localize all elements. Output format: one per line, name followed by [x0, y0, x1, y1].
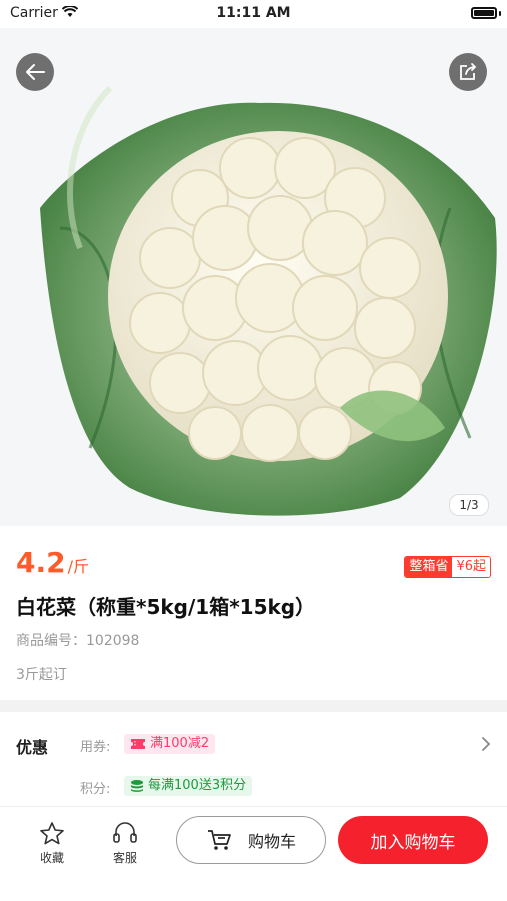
points-tag: 每满100送3积分 [124, 776, 253, 796]
points-label: 积分: [80, 782, 111, 797]
section-divider [0, 700, 507, 712]
price-row: 4.2/斤 [16, 546, 89, 579]
shopping-cart-icon [207, 830, 231, 850]
badge-value: ¥6起 [452, 557, 490, 577]
coin-stack-icon [131, 780, 143, 792]
coupon-label: 用券: [80, 740, 111, 755]
promotions-title: 优惠 [16, 738, 49, 757]
coupon-icon [131, 739, 145, 749]
share-icon [460, 63, 477, 80]
battery-tip [499, 11, 501, 16]
arrow-left-icon [26, 64, 45, 80]
cart-label: 购物车 [247, 832, 296, 851]
cauliflower-image [40, 85, 497, 516]
headset-icon [113, 822, 137, 843]
product-image-gallery[interactable]: 1/3 [0, 28, 507, 526]
product-code: 商品编号：102098 [16, 633, 140, 649]
battery-icon [471, 7, 497, 19]
favorite-label: 收藏 [39, 851, 64, 865]
favorite-button[interactable]: 收藏 [28, 821, 76, 866]
min-order: 3斤起订 [16, 667, 67, 683]
share-button[interactable] [449, 53, 487, 91]
clock: 11:11 AM [216, 5, 291, 21]
chevron-right-icon[interactable] [481, 736, 491, 752]
box-saving-badge: 整箱省 ¥6起 [404, 556, 491, 578]
badge-label: 整箱省 [405, 557, 453, 577]
price-unit: /斤 [67, 557, 90, 576]
service-label: 客服 [112, 851, 137, 865]
points-text: 每满100送3积分 [148, 778, 247, 793]
price-value: 4.2 [16, 546, 66, 579]
product-name: 白花菜（称重*5kg/1箱*15kg） [16, 595, 316, 619]
customer-service-button[interactable]: 客服 [101, 821, 149, 866]
coupon-text: 满100减2 [150, 736, 210, 751]
image-counter: 1/3 [449, 494, 489, 516]
coupon-tag[interactable]: 满100减2 [124, 734, 216, 754]
cart-button[interactable]: 购物车 [176, 816, 326, 864]
star-icon [40, 822, 64, 845]
bottom-action-bar: 收藏 客服 购物车 加入购物车 [0, 806, 507, 901]
promotions-section[interactable]: 优惠 用券: 满100减2 积分: 每满100送3积分 [0, 712, 507, 806]
add-to-cart-button[interactable]: 加入购物车 [338, 816, 488, 864]
status-bar: Carrier 11:11 AM [0, 0, 507, 28]
back-button[interactable] [16, 53, 54, 91]
